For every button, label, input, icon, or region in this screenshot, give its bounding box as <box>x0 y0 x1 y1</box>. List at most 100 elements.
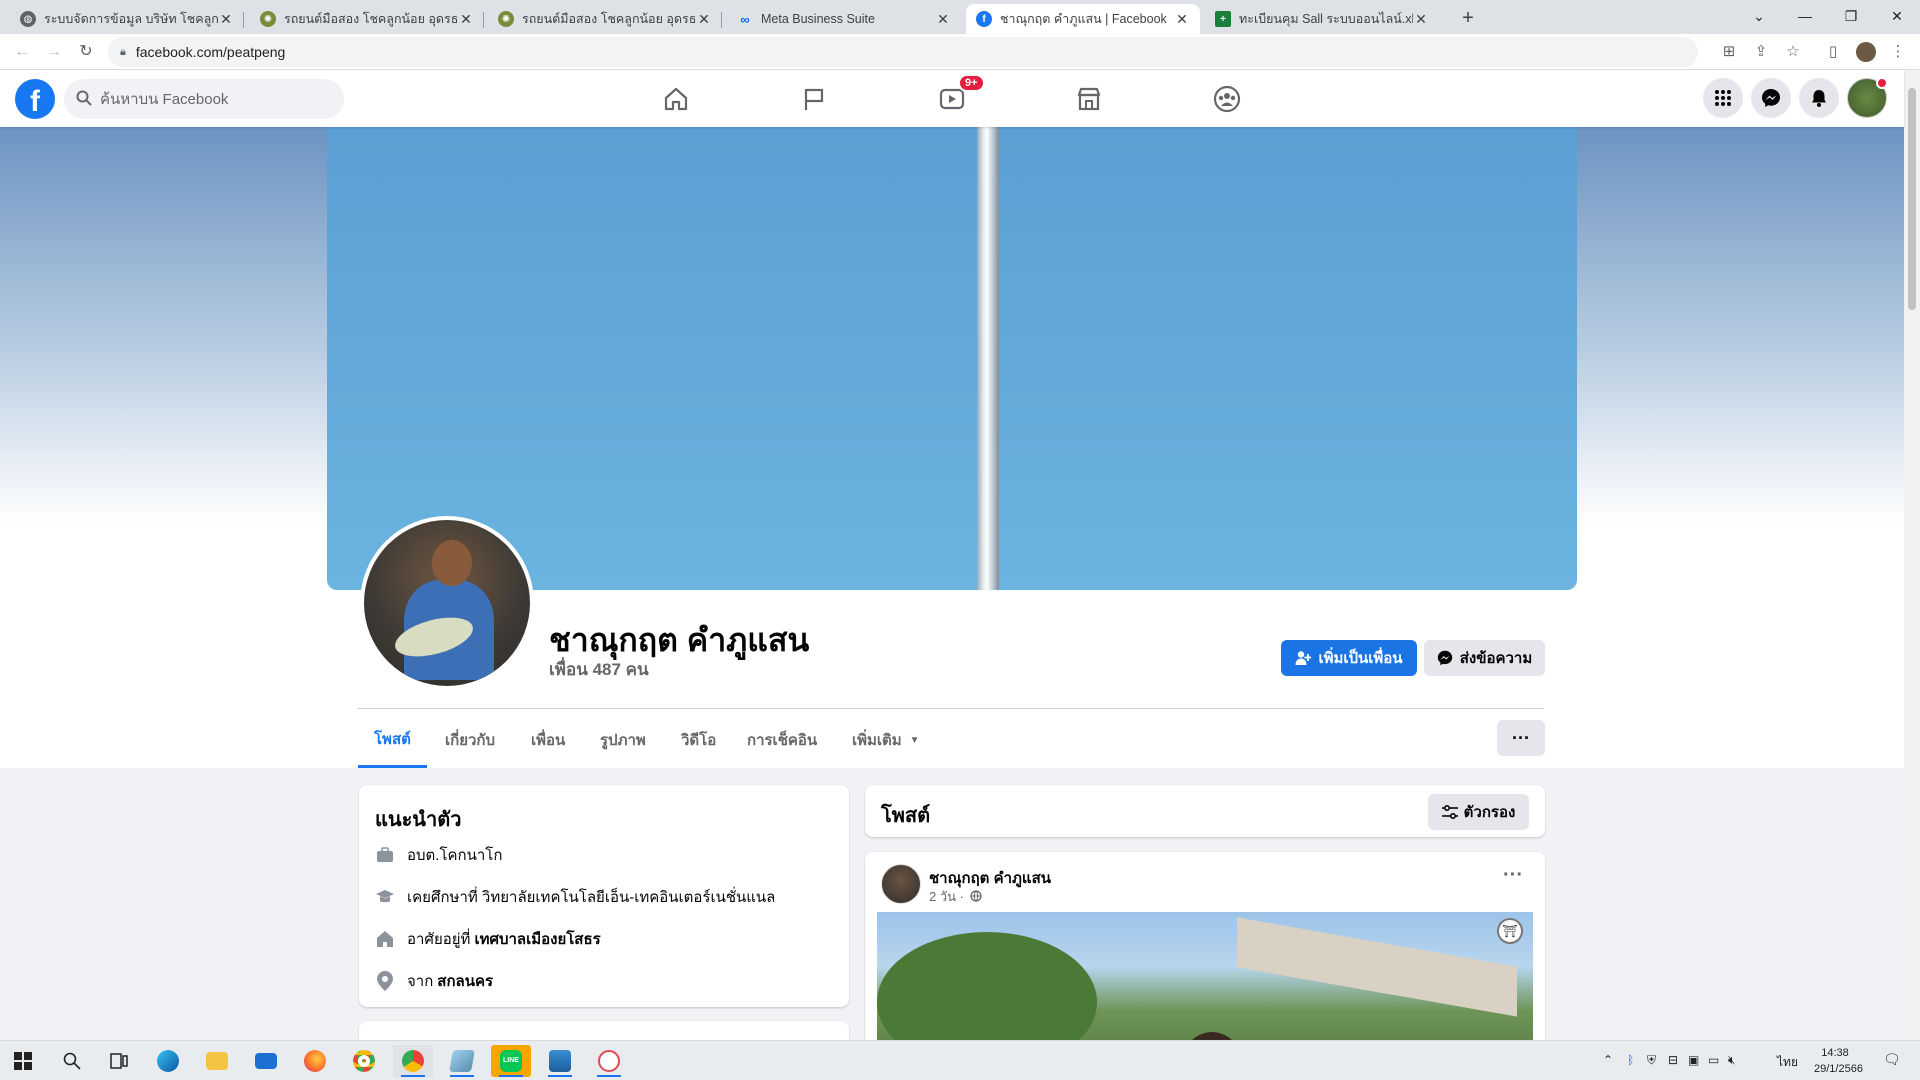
tab-more[interactable]: เพิ่มเติม ▼ <box>836 712 936 768</box>
close-icon[interactable]: ✕ <box>696 11 712 28</box>
posts-title: โพสต์ <box>881 805 931 827</box>
lock-icon: 🔒︎ <box>120 45 126 58</box>
chrome-profile-icon[interactable] <box>393 1045 433 1077</box>
tab-search-icon[interactable]: ⌄ <box>1736 0 1782 32</box>
reload-icon[interactable]: ↻ <box>74 40 98 64</box>
tab-photos[interactable]: รูปภาพ <box>584 712 662 768</box>
post-timestamp[interactable]: 2 วัน · <box>929 886 982 907</box>
filter-button[interactable]: ตัวกรอง <box>1428 794 1529 830</box>
account-avatar[interactable] <box>1847 77 1888 118</box>
translate-icon[interactable]: ⊞ <box>1719 42 1739 62</box>
tab-about[interactable]: เกี่ยวกับ <box>429 712 511 768</box>
tab-videos[interactable]: วิดีโอ <box>665 712 732 768</box>
browser-tab[interactable]: ◍ ระบบจัดการข้อมูล บริษัท โชคลูกน้อย อ ✕ <box>10 4 244 34</box>
browser-tab[interactable]: ✺ รถยนต์มือสอง โชคลูกน้อย อุดรธานี ✕ <box>250 4 484 34</box>
cover-photo[interactable] <box>327 127 1577 590</box>
page-scrollbar[interactable] <box>1904 70 1920 1040</box>
notifications-bell-icon[interactable] <box>1799 78 1839 118</box>
browser-tab[interactable]: + ทะเบียนคุม Sall ระบบออนไลน์.xlsx - G ✕ <box>1205 4 1439 34</box>
close-icon[interactable]: ✕ <box>1174 11 1190 28</box>
close-icon[interactable]: ✕ <box>935 11 951 28</box>
intro-work-text[interactable]: อบต.โคกนาโก <box>407 843 502 867</box>
facebook-search-input[interactable]: ค้นหาบน Facebook <box>64 79 344 119</box>
side-panel-icon[interactable]: ▯ <box>1823 42 1843 62</box>
post-time-text: 2 วัน · <box>929 889 964 904</box>
chrome-icon[interactable] <box>344 1045 384 1077</box>
file-explorer-icon[interactable] <box>197 1045 237 1077</box>
bluetooth-icon[interactable]: ᛒ <box>1627 1053 1634 1067</box>
bookmark-star-icon[interactable]: ☆ <box>1783 42 1803 62</box>
taskbar-clock[interactable]: 14:38 29/1/2566 <box>1814 1045 1863 1077</box>
browser-tab[interactable]: ✺ รถยนต์มือสอง โชคลูกน้อย อุดรธานี ✕ <box>488 4 722 34</box>
minimize-button[interactable]: — <box>1782 0 1828 32</box>
security-shield-icon[interactable]: ⛨ <box>1647 1053 1656 1068</box>
new-tab-button[interactable]: + <box>1454 4 1482 32</box>
intro-work: อบต.โคกนาโก <box>375 843 502 867</box>
add-friend-button[interactable]: เพิ่มเป็นเพื่อน <box>1281 640 1417 676</box>
tray-chevron-up-icon[interactable]: ⌃ <box>1603 1053 1613 1067</box>
watch-icon[interactable]: 9+ <box>896 74 1008 122</box>
profile-picture[interactable] <box>360 516 534 690</box>
search-icon <box>76 90 92 109</box>
close-window-button[interactable]: ✕ <box>1874 0 1920 32</box>
photos-app-icon[interactable] <box>540 1045 580 1077</box>
volume-muted-icon[interactable]: 🔇︎ <box>1728 1053 1736 1068</box>
clock-time: 14:38 <box>1821 1047 1849 1059</box>
search-icon[interactable] <box>52 1045 92 1077</box>
tab-friends[interactable]: เพื่อน <box>515 712 581 768</box>
marketplace-icon[interactable] <box>1033 76 1145 122</box>
header-divider <box>358 708 1544 709</box>
tab-title: Meta Business Suite <box>761 12 875 26</box>
intro-lives-place[interactable]: เทศบาลเมืองยโสธร <box>474 927 600 951</box>
menu-kebab-icon[interactable]: ⋮ <box>1888 42 1908 62</box>
close-icon[interactable]: ✕ <box>218 11 234 28</box>
add-friend-label: เพิ่มเป็นเพื่อน <box>1318 650 1403 667</box>
notification-center-icon[interactable]: 🗨︎ <box>1883 1051 1901 1068</box>
restore-button[interactable]: ❐ <box>1828 0 1874 32</box>
network-icon[interactable]: ▭ <box>1708 1053 1719 1067</box>
tab-posts[interactable]: โพสต์ <box>358 712 427 768</box>
post-author-avatar[interactable] <box>881 864 921 904</box>
mail-icon[interactable] <box>246 1045 286 1077</box>
paint-app-icon[interactable] <box>589 1045 629 1077</box>
intro-from-prefix: จาก <box>407 973 434 990</box>
intro-education-text[interactable]: เคยศึกษาที่ วิทยาลัยเทคโนโลยีเอ็น-เทคอิน… <box>407 885 775 909</box>
home-icon[interactable] <box>620 76 732 122</box>
back-icon[interactable]: ← <box>10 40 34 64</box>
browser-tab-active[interactable]: f ชาณุกฤต คำภูแสน | Facebook ✕ <box>966 4 1200 34</box>
post-options-button[interactable]: ··· <box>1503 864 1523 887</box>
line-app-icon[interactable]: LINE <box>491 1045 531 1077</box>
tab-title: ชาณุกฤต คำภูแสน | Facebook <box>1000 12 1167 26</box>
profile-avatar-icon[interactable] <box>1856 42 1876 62</box>
task-view-icon[interactable] <box>99 1045 139 1077</box>
filter-sliders-icon <box>1441 805 1458 819</box>
tab-checkins[interactable]: การเช็คอิน <box>731 712 833 768</box>
forward-icon[interactable]: → <box>42 40 66 64</box>
browser-tab[interactable]: ∞ Meta Business Suite ✕ <box>727 4 961 34</box>
menu-grid-icon[interactable] <box>1703 78 1743 118</box>
firefox-icon[interactable] <box>295 1045 335 1077</box>
intro-from-place[interactable]: สกลนคร <box>437 969 493 993</box>
pages-flag-icon[interactable] <box>758 76 870 122</box>
windows-start-icon[interactable] <box>3 1045 43 1077</box>
filter-label: ตัวกรอง <box>1463 804 1516 821</box>
facebook-logo[interactable]: f <box>15 79 55 119</box>
input-language-label[interactable]: ไทย <box>1777 1053 1798 1072</box>
notes-app-icon[interactable] <box>442 1045 482 1077</box>
messenger-icon[interactable] <box>1751 78 1791 118</box>
message-button[interactable]: ส่งข้อความ <box>1424 640 1545 676</box>
search-placeholder: ค้นหาบน Facebook <box>100 91 229 108</box>
scrollbar-thumb[interactable] <box>1908 88 1916 310</box>
address-bar[interactable]: 🔒︎ facebook.com/peatpeng <box>108 37 1698 67</box>
profile-header <box>0 590 1904 768</box>
groups-icon[interactable] <box>1171 76 1283 122</box>
friends-count[interactable]: เพื่อน 487 คน <box>549 656 649 683</box>
edge-icon[interactable] <box>148 1045 188 1077</box>
close-icon[interactable]: ✕ <box>458 11 474 28</box>
display-icon[interactable]: ▣ <box>1688 1053 1699 1067</box>
usb-icon[interactable]: ⊟ <box>1668 1053 1678 1067</box>
close-icon[interactable]: ✕ <box>1413 11 1429 28</box>
graduation-cap-icon <box>375 887 395 907</box>
profile-more-button[interactable]: ··· <box>1497 720 1545 756</box>
share-icon[interactable]: ⇪ <box>1751 42 1771 62</box>
